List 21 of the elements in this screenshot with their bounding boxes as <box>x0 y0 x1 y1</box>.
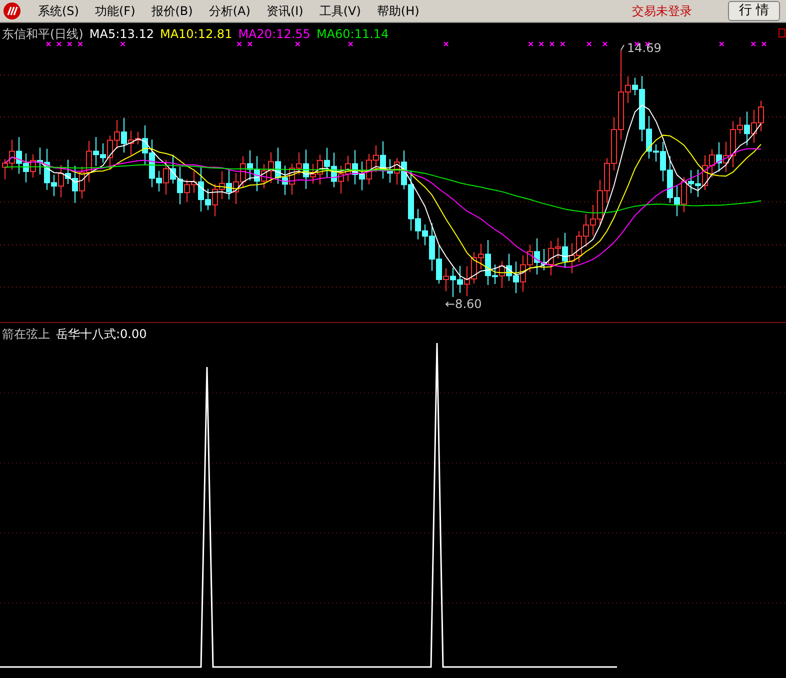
login-status: 交易未登录 <box>632 3 692 20</box>
moving-average-label: MA10:12.81 <box>160 26 232 43</box>
quote-button[interactable]: 行 情 <box>728 1 780 21</box>
indicator-title: 箭在弦上 <box>2 326 50 343</box>
menu-item[interactable]: 帮助(H) <box>368 2 428 20</box>
high-price-label: 14.69 <box>627 40 662 57</box>
chart-title: 东信和平(日线) <box>2 26 84 43</box>
menu-item[interactable]: 系统(S) <box>30 2 87 20</box>
menu-item[interactable]: 报价(B) <box>143 2 201 20</box>
menu-item[interactable]: 资讯(I) <box>258 2 312 20</box>
logo-icon <box>3 2 21 20</box>
menu-item[interactable]: 工具(V) <box>311 2 369 20</box>
menu-item[interactable]: 功能(F) <box>86 2 144 20</box>
square-icon <box>778 28 786 38</box>
leader-line <box>620 44 624 50</box>
indicator-value: 岳华十八式:0.00 <box>56 326 147 343</box>
low-price-label: ←8.60 <box>445 296 482 313</box>
moving-average-label: MA60:11.14 <box>316 26 389 43</box>
menu-item[interactable]: 分析(A) <box>200 2 258 20</box>
moving-average-label: MA5:13.12 <box>89 26 154 43</box>
moving-average-label: MA20:12.55 <box>238 26 310 43</box>
